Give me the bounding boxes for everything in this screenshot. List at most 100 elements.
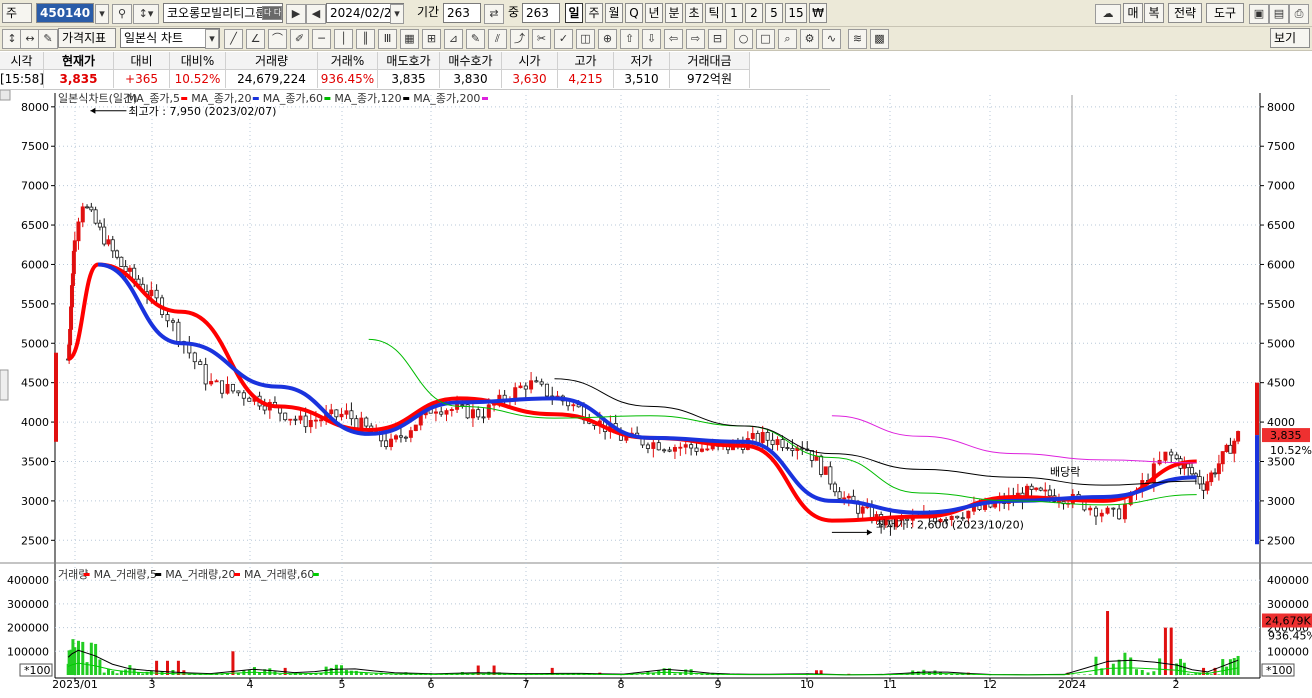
draw-tool-icon-27[interactable]: ∿ [822, 29, 841, 49]
volume-bar-226 [1186, 673, 1190, 675]
candle-body-121 [651, 442, 656, 449]
draw-tool-icon-9[interactable]: ⊞ [422, 29, 441, 49]
draw-tool-icon-21[interactable]: ⇨ [686, 29, 705, 49]
draw-tool-icon-25[interactable]: ⌕ [778, 29, 797, 49]
right-button-2[interactable]: 전략 [1168, 3, 1202, 23]
timeframe-4[interactable]: 년 [645, 3, 663, 23]
draw-tool-icon-14[interactable]: ✂ [532, 29, 551, 49]
candle-body-196 [1029, 485, 1034, 490]
indicator-button[interactable]: 가격지표 [58, 28, 116, 48]
prev-arrow-icon[interactable]: ◀ [306, 4, 326, 24]
volume-pct-tag-text: 936.45% [1268, 630, 1312, 643]
cloud-icon[interactable]: ☁ [1095, 4, 1121, 24]
candle-body-200 [1047, 489, 1052, 497]
drawing-toolbar: ↕ ↔ ✎ 가격지표 일본식 차트 ▾ ╱ ∠ ⌒ ✐ ─ │ ║ Ⅲ ▦ ⊞ ⊿ ✎ ⫽ ⤴ ✂ ✓ ◫ ⊕ ⇧ ⇩… [0, 27, 1312, 51]
timeframe-7[interactable]: 틱 [705, 3, 723, 23]
volume-tick-label-left-2: 300000 [7, 598, 49, 611]
draw-tool-icon-3[interactable]: ✐ [290, 29, 309, 49]
period-toggle-icon[interactable]: ⇄ [484, 4, 504, 24]
date-dropdown-icon[interactable]: ▾ [390, 4, 404, 24]
draw-tool-icon-8[interactable]: ▦ [400, 29, 419, 49]
x-tick-label-10: 12 [983, 678, 997, 691]
timeframe-8[interactable]: 1 [725, 3, 743, 23]
volume-bar-15 [106, 668, 110, 675]
period-input[interactable]: 263 [443, 3, 481, 23]
edit-icon[interactable]: ✎ [38, 29, 58, 49]
chart-type-dropdown-icon[interactable]: ▾ [205, 29, 219, 49]
candle-body-101 [544, 383, 549, 397]
timeframe-10[interactable]: 5 [765, 3, 783, 23]
right-button-0[interactable]: 매 [1123, 3, 1143, 23]
draw-tool-icon-28[interactable]: ≋ [848, 29, 867, 49]
right-button-1[interactable]: 복 [1144, 3, 1164, 23]
timeframe-0[interactable]: 일 [565, 3, 583, 23]
quote-header-1: 현재가 [44, 52, 114, 70]
draw-tool-icon-22[interactable]: ⊟ [708, 29, 727, 49]
side-collapse-handle [0, 369, 9, 401]
draw-tool-icon-19[interactable]: ⇩ [642, 29, 661, 49]
candle-body-83 [449, 408, 454, 411]
candle-body-123 [662, 449, 667, 452]
quote-value-4: 24,679,224 [226, 70, 318, 88]
draw-tool-icon-15[interactable]: ✓ [554, 29, 573, 49]
candle-body-81 [439, 411, 444, 415]
right-button-3[interactable]: 도구 [1206, 3, 1244, 23]
timeframe-11[interactable]: 15 [785, 3, 807, 23]
timeframe-9[interactable]: 2 [745, 3, 763, 23]
draw-tool-icon-11[interactable]: ✎ [466, 29, 485, 49]
draw-tool-icon-1[interactable]: ∠ [246, 29, 265, 49]
draw-tool-icon-24[interactable]: □ [756, 29, 775, 49]
price-legend-swatch-5 [482, 97, 488, 100]
draw-tool-icon-18[interactable]: ⇧ [620, 29, 639, 49]
stock-code-input[interactable]: 450140 [36, 3, 94, 23]
price-tick-label-right-10: 7500 [1267, 140, 1295, 153]
sort-icon[interactable]: ↕▾ [133, 4, 159, 24]
next-arrow-icon[interactable]: ▶ [286, 4, 306, 24]
timeframe-5[interactable]: 분 [665, 3, 683, 23]
candle-body-210 [1099, 512, 1104, 517]
candle-body-90 [486, 404, 491, 418]
draw-tool-icon-13[interactable]: ⤴ [510, 29, 529, 49]
draw-tool-icon-0[interactable]: ╱ [224, 29, 243, 49]
view-button[interactable]: 보기 [1270, 28, 1310, 48]
draw-tool-icon-16[interactable]: ◫ [576, 29, 595, 49]
code-dropdown-icon[interactable]: ▾ [95, 4, 109, 24]
draw-tool-icon-26[interactable]: ⚙ [800, 29, 819, 49]
mode-selector[interactable]: 주 [2, 3, 32, 23]
candle-body-239 [1236, 431, 1241, 442]
draw-tool-icon-2[interactable]: ⌒ [268, 29, 287, 49]
draw-tool-icon-12[interactable]: ⫽ [488, 29, 507, 49]
volume-bar-232 [1209, 674, 1213, 675]
candle-body-141 [755, 433, 760, 443]
volume-bar-63 [349, 670, 353, 675]
timeframe-2[interactable]: 월 [605, 3, 623, 23]
draw-tool-icon-20[interactable]: ⇦ [664, 29, 683, 49]
draw-tool-icon-23[interactable]: ○ [734, 29, 753, 49]
volume-legend-1: MA_거래량,5 [94, 568, 157, 581]
draw-tool-icon-7[interactable]: Ⅲ [378, 29, 397, 49]
count-input[interactable]: 263 [522, 3, 560, 23]
candle-body-12 [93, 209, 98, 224]
draw-tool-icon-5[interactable]: │ [334, 29, 353, 49]
save-icon[interactable]: ▣ [1249, 4, 1269, 24]
timeframe-1[interactable]: 주 [585, 3, 603, 23]
left-right-icon[interactable]: ↔ [20, 29, 40, 49]
price-tick-label-right-4: 4500 [1267, 377, 1295, 390]
volume-bar-236 [1225, 666, 1229, 675]
search-icon[interactable]: ⚲ [112, 4, 132, 24]
volume-bar-19 [124, 669, 128, 675]
draw-tool-icon-17[interactable]: ⊕ [598, 29, 617, 49]
draw-tool-icon-10[interactable]: ⊿ [444, 29, 463, 49]
candle-body-21 [132, 267, 137, 280]
timeframe-3[interactable]: Q [625, 3, 643, 23]
volume-bar-220 [1158, 658, 1162, 675]
draw-tool-icon-6[interactable]: ║ [356, 29, 375, 49]
up-down-icon[interactable]: ↕ [2, 29, 22, 49]
folder-icon[interactable]: ▤ [1269, 4, 1289, 24]
timeframe-12[interactable]: ₩ [809, 3, 827, 23]
draw-tool-icon-29[interactable]: ▩ [870, 29, 889, 49]
timeframe-6[interactable]: 초 [685, 3, 703, 23]
print-icon[interactable]: ⎙ [1289, 4, 1309, 24]
draw-tool-icon-4[interactable]: ─ [312, 29, 331, 49]
x-tick-label-2: 4 [247, 678, 254, 691]
